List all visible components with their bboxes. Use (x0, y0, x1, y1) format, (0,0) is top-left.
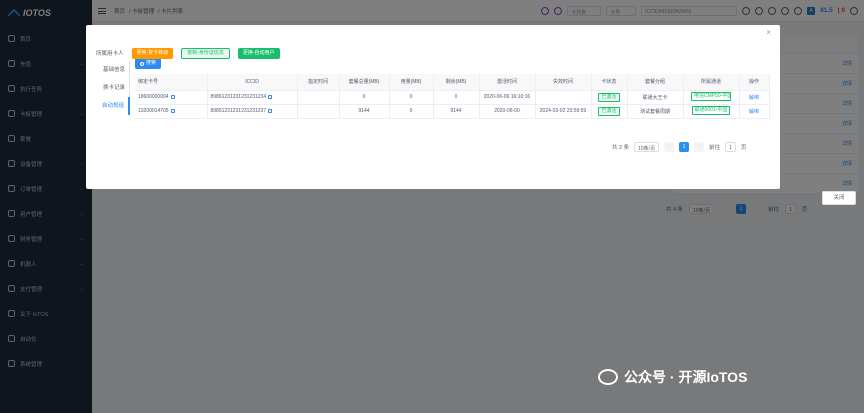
column-header: 卡状态 (591, 74, 628, 91)
column-header: 激活时间 (479, 74, 536, 91)
cell-iccid: 89861231231231231237 (207, 104, 298, 119)
column-header: 用量(MB) (389, 74, 434, 91)
channel-value: 电信CMP50-中国 (691, 91, 731, 101)
column-header: 所属通道 (683, 74, 740, 91)
cell-activated: 2020-06-00 (479, 104, 536, 119)
cell-channel: 联通0001-中国 (683, 104, 740, 119)
cell-used: 0 (389, 104, 434, 119)
goto-label: 前往 (709, 145, 721, 151)
op-value[interactable]: 解绑 (749, 95, 759, 101)
section-legend: 所属用卡人 (96, 51, 124, 57)
cell-op: 解绑 (739, 104, 770, 119)
msisdn-value: 18600000004 (138, 94, 169, 100)
cell-remain: 9144 (433, 104, 480, 119)
page-size-select[interactable]: 10条/页 (634, 142, 660, 152)
cell-total: 0 (339, 90, 390, 105)
cell-remain: 0 (433, 90, 480, 105)
copy-icon[interactable] (170, 108, 175, 113)
cell-used: 0 (389, 90, 434, 105)
current-page[interactable]: 1 (679, 142, 690, 152)
total-value: 9144 (358, 108, 370, 114)
remain-value: 9144 (450, 108, 462, 114)
column-header: 套餐总量(MB) (339, 74, 390, 91)
total-value: 0 (362, 94, 366, 100)
cell-time (297, 90, 340, 105)
close-button[interactable]: 关闭 (822, 191, 856, 205)
watermark: 公众号 · 开源IoTOS (598, 367, 747, 387)
msisdn-value: 13200014705 (138, 108, 169, 114)
cell-activated: 2020-06-06 16:10:16 (479, 90, 536, 105)
cell-msisdn: 18600000004 (135, 90, 208, 105)
cell-channel: 电信CMP50-中国 (683, 90, 740, 105)
op-value[interactable]: 解绑 (749, 109, 759, 115)
column-header: 剩余(MB) (433, 74, 480, 91)
group-value: 联通大王卡 (642, 94, 668, 101)
cell-group: 测试套餐周期 (627, 104, 684, 119)
cell-op: 解绑 (739, 90, 770, 105)
tab-card-change-log[interactable]: 换卡记录 (96, 79, 130, 97)
channel-value: 联通0001-中国 (691, 105, 731, 115)
cell-status: 已激活 (591, 104, 628, 119)
group-value: 测试套餐周期 (639, 108, 670, 115)
table-row: 13200014705 89861231231231231237 9144 0 9144… (135, 104, 770, 119)
copy-icon[interactable] (170, 94, 175, 99)
replace-card-button[interactable]: 更换-复卡移动 (131, 47, 174, 59)
expire-value: 2024-03-02 23:59:59 (539, 108, 587, 114)
status-value: 已激活 (598, 106, 620, 116)
search-button[interactable]: 搜索 (135, 58, 162, 69)
cell-time (297, 104, 340, 119)
cell-iccid: 89861231231231231234 (207, 90, 298, 105)
cell-group: 联通大王卡 (627, 90, 684, 105)
next-page-button[interactable]: › (694, 142, 705, 152)
used-value: 0 (409, 108, 413, 114)
table-header-row: 绑定卡号 ICCID 指定时间 套餐总量(MB) 用量(MB) 剩余(MB) 激活时间 失效时… (135, 74, 770, 91)
dialog-tabs: 基础信息 换卡记录 自动规组 (96, 61, 130, 115)
search-icon (140, 61, 144, 66)
column-header: ICCID (207, 74, 298, 91)
table-row: 18600000004 89861231231231231234 0 0 0 2020-0… (135, 90, 770, 105)
iccid-value: 89861231231231231234 (210, 94, 267, 100)
cell-expire (535, 90, 592, 105)
cell-status: 已激活 (591, 90, 628, 105)
column-header: 失效时间 (535, 74, 592, 91)
replace-user-button[interactable]: 更换-自动用户 (237, 47, 280, 59)
cell-expire: 2024-03-02 23:59:59 (535, 104, 592, 119)
copy-icon[interactable] (268, 108, 273, 113)
cell-total: 9144 (339, 104, 390, 119)
watermark-text: 公众号 · 开源IoTOS (624, 369, 748, 385)
goto-input[interactable]: 1 (725, 142, 736, 152)
activated-value: 2020-06-00 (494, 108, 520, 114)
column-header: 套餐分组 (627, 74, 684, 91)
page-unit: 页 (740, 145, 747, 151)
copy-id-button[interactable]: 复制-身份证信息 (181, 47, 230, 59)
status-value: 已激活 (598, 92, 620, 102)
cell-msisdn: 13200014705 (135, 104, 208, 119)
bound-cards-table: 绑定卡号 ICCID 指定时间 套餐总量(MB) 用量(MB) 剩余(MB) 激活时间 失效时… (135, 74, 770, 119)
column-header: 绑定卡号 (135, 74, 208, 91)
wechat-icon (598, 369, 618, 385)
close-icon[interactable]: × (766, 28, 771, 37)
dialog-pager: 共 2 条 10条/页 ‹ 1 › 前往 1 页 (612, 142, 746, 152)
column-header: 操作 (739, 74, 770, 91)
iccid-value: 89861231231231231237 (210, 108, 267, 114)
remain-value: 0 (454, 94, 458, 100)
activated-value: 2020-06-06 16:10:16 (483, 94, 531, 100)
card-detail-dialog: × 所属用卡人 更换-复卡移动 复制-身份证信息 更换-自动用户 基础信息 换卡… (86, 25, 856, 205)
prev-page-button[interactable]: ‹ (664, 142, 675, 152)
pager-total: 共 2 条 (612, 145, 630, 151)
dialog-header: 所属用卡人 更换-复卡移动 复制-身份证信息 更换-自动用户 (96, 45, 776, 61)
column-header: 指定时间 (297, 74, 340, 91)
used-value: 0 (409, 94, 413, 100)
copy-icon[interactable] (268, 94, 273, 99)
search-button-label: 搜索 (146, 60, 157, 66)
tab-auto-group[interactable]: 自动规组 (96, 97, 130, 115)
tab-basic-info[interactable]: 基础信息 (96, 61, 130, 79)
